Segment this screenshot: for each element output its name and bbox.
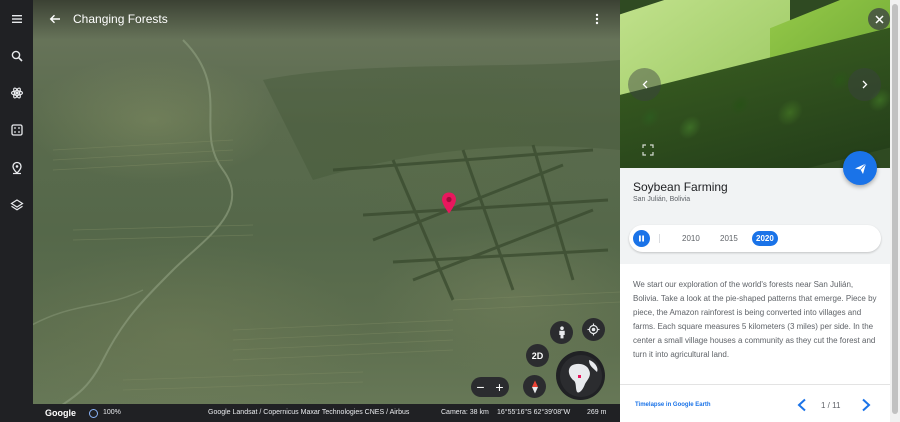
menu-icon <box>11 15 22 23</box>
compass-button[interactable] <box>523 375 546 398</box>
story-description: We start our exploration of the world's … <box>620 264 890 384</box>
my-location-button[interactable] <box>582 318 605 341</box>
year-2020-selected[interactable]: 2020 <box>752 231 778 246</box>
view-mode-toggle-button[interactable]: 2D <box>526 344 549 367</box>
year-2010[interactable]: 2010 <box>682 234 700 243</box>
projects-icon <box>11 161 22 175</box>
view-mode-label: 2D <box>531 350 544 361</box>
photo-prev-button[interactable] <box>628 68 661 101</box>
search-button[interactable] <box>0 43 33 69</box>
my-location-icon <box>587 323 600 336</box>
arrow-back-icon <box>49 14 60 24</box>
close-icon <box>874 14 884 24</box>
location-pin-icon[interactable] <box>441 192 457 214</box>
fullscreen-icon[interactable] <box>642 144 654 156</box>
left-rail <box>0 0 33 422</box>
panel-footer: Timelapse in Google Earth 1 / 11 <box>620 384 890 422</box>
story-title: Changing Forests <box>73 12 168 26</box>
zoom-control: − + <box>471 377 509 397</box>
back-button[interactable] <box>45 9 65 29</box>
pegman-icon <box>558 326 565 339</box>
voyager-icon <box>10 87 23 99</box>
zoom-percent: 100% <box>103 409 121 416</box>
panel-scrollbar-thumb[interactable] <box>892 4 898 414</box>
chevron-right-icon <box>862 80 867 89</box>
more-options-button[interactable] <box>589 9 605 29</box>
layers-icon <box>9 199 24 211</box>
coordinates-readout: 16°55'16"S 62°39'08"W <box>497 409 571 416</box>
search-icon <box>11 50 23 62</box>
timelapse-link[interactable]: Timelapse in Google Earth <box>635 402 711 408</box>
elevation-readout: 269 m <box>587 409 607 416</box>
camera-altitude: Camera: 38 km <box>441 409 489 416</box>
feeling-lucky-button[interactable] <box>0 117 33 143</box>
timeline-tick <box>659 234 660 243</box>
zoom-out-button[interactable]: − <box>473 379 489 395</box>
previous-slide-icon[interactable] <box>796 398 808 412</box>
projects-button[interactable] <box>0 155 33 181</box>
loading-ring-icon <box>89 409 98 418</box>
feeling-lucky-icon <box>10 124 23 136</box>
pause-icon <box>639 235 644 242</box>
map-view[interactable]: Changing Forests 2D − + Google 100% Goog… <box>33 0 620 422</box>
compass-icon <box>531 380 538 393</box>
next-slide-icon[interactable] <box>860 398 872 412</box>
send-icon <box>854 162 866 174</box>
globe-icon <box>559 354 602 397</box>
close-panel-button[interactable] <box>868 8 890 30</box>
data-credits[interactable]: Google Landsat / Copernicus Maxar Techno… <box>208 409 409 416</box>
zoom-in-button[interactable]: + <box>492 379 508 395</box>
place-subtitle: San Julián, Bolivia <box>633 196 691 203</box>
google-logo: Google <box>45 408 76 418</box>
chevron-left-icon <box>642 80 647 89</box>
place-title: Soybean Farming <box>633 180 728 194</box>
globe-minimap[interactable] <box>556 351 605 400</box>
pegman-button[interactable] <box>550 321 573 344</box>
photo-next-button[interactable] <box>848 68 881 101</box>
share-button[interactable] <box>843 151 877 185</box>
pause-button[interactable] <box>633 230 650 247</box>
layers-button[interactable] <box>0 192 33 218</box>
voyager-button[interactable] <box>0 80 33 106</box>
more-vert-icon <box>595 13 599 25</box>
status-bar: Google 100% Google Landsat / Copernicus … <box>33 404 620 422</box>
timelapse-control: 2010 2015 2020 <box>629 225 881 252</box>
year-2015[interactable]: 2015 <box>720 234 738 243</box>
story-panel: Soybean Farming San Julián, Bolivia 2010… <box>620 0 900 422</box>
menu-button[interactable] <box>0 6 33 32</box>
slide-counter: 1 / 11 <box>821 401 841 410</box>
